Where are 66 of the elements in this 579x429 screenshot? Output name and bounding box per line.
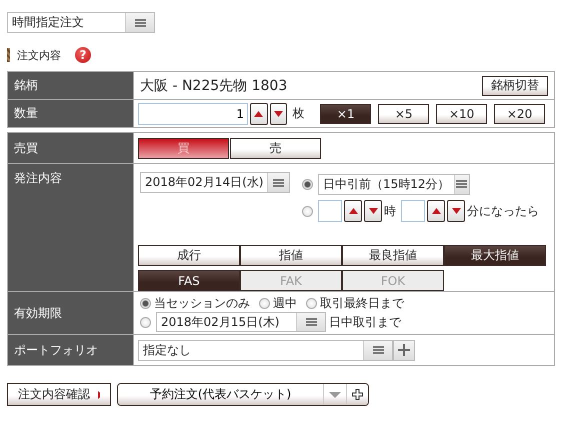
section-title: 注文内容 xyxy=(17,48,61,62)
price-type-button[interactable]: 指値 xyxy=(240,245,342,266)
multiplier-button[interactable]: ×1 xyxy=(320,104,372,124)
increment-button[interactable] xyxy=(427,200,445,222)
radio-button[interactable] xyxy=(302,178,313,190)
menu-icon xyxy=(372,346,384,354)
multiplier-button[interactable]: ×10 xyxy=(436,104,488,124)
multiplier-button[interactable]: ×5 xyxy=(378,104,430,124)
minute-suffix: 分になったら xyxy=(467,202,539,220)
date-select[interactable]: 2018年02月14日(水) xyxy=(140,172,290,193)
add-button[interactable] xyxy=(346,384,368,405)
caret-icon xyxy=(329,392,341,398)
add-button[interactable] xyxy=(393,340,415,360)
switch-symbol-button[interactable]: 銘柄切替 xyxy=(482,76,548,96)
help-icon[interactable]: ? xyxy=(75,47,91,63)
option-label: 週中 xyxy=(273,295,297,312)
option-label: 取引最終日まで xyxy=(320,295,404,312)
radio-button[interactable] xyxy=(302,206,313,216)
symbol-name: 大阪 - N225先物 1803 xyxy=(140,76,288,94)
up-triangle-icon xyxy=(432,208,440,214)
up-triangle-icon xyxy=(348,208,358,214)
order-type-select[interactable]: 時間指定注文 xyxy=(7,12,155,33)
portfolio-select[interactable]: 指定なし xyxy=(138,340,393,360)
down-triangle-icon xyxy=(274,110,283,116)
row-label: 売買 xyxy=(8,133,134,163)
down-triangle-icon xyxy=(368,208,378,214)
option-label: 日中取引まで xyxy=(329,314,401,330)
row-label: 発注内容 xyxy=(8,164,134,291)
timing-select[interactable]: 日中引前（15時12分） xyxy=(318,174,470,194)
decrement-button[interactable] xyxy=(364,200,382,222)
multiplier-button[interactable]: ×20 xyxy=(494,104,545,124)
price-type-button[interactable]: 成行 xyxy=(138,245,240,266)
row-label: 数量 xyxy=(8,100,134,127)
price-type-button[interactable]: 最大指値 xyxy=(444,245,546,266)
basket-button[interactable]: 予約注文(代表バスケット) xyxy=(118,384,323,405)
plus-icon xyxy=(398,344,410,356)
radio-button[interactable] xyxy=(140,316,151,328)
date-select[interactable]: 2018年02月15日(木) xyxy=(156,312,326,332)
unit-label: 枚 xyxy=(292,105,304,122)
section-marker xyxy=(7,48,10,62)
menu-icon xyxy=(134,18,146,26)
option-label: 当セッションのみ xyxy=(154,295,250,312)
price-type-button[interactable]: 最良指値 xyxy=(342,245,444,266)
up-triangle-icon xyxy=(254,110,264,116)
radio-button[interactable] xyxy=(306,298,317,309)
down-triangle-icon xyxy=(452,208,460,214)
radio-button[interactable] xyxy=(140,298,151,309)
hour-field[interactable] xyxy=(318,200,342,222)
menu-icon xyxy=(306,318,316,326)
radio-button[interactable] xyxy=(259,298,270,309)
confirm-button[interactable]: 注文内容確認 xyxy=(7,383,111,406)
increment-button[interactable] xyxy=(250,102,268,124)
decrement-button[interactable] xyxy=(447,200,465,222)
condition-button[interactable]: FAS xyxy=(138,270,240,291)
side-button[interactable]: 売 xyxy=(230,138,321,158)
plus-icon xyxy=(352,389,363,400)
decrement-button[interactable] xyxy=(270,102,288,124)
row-label: 有効期限 xyxy=(8,292,134,334)
hour-label: 時 xyxy=(384,202,396,220)
menu-icon xyxy=(273,178,284,186)
increment-button[interactable] xyxy=(344,200,362,222)
row-label: 銘柄 xyxy=(8,72,134,99)
quantity-field[interactable]: 1 xyxy=(138,102,248,124)
minute-field[interactable] xyxy=(401,200,425,222)
menu-icon xyxy=(456,180,468,188)
row-label: ポートフォリオ xyxy=(8,335,134,365)
